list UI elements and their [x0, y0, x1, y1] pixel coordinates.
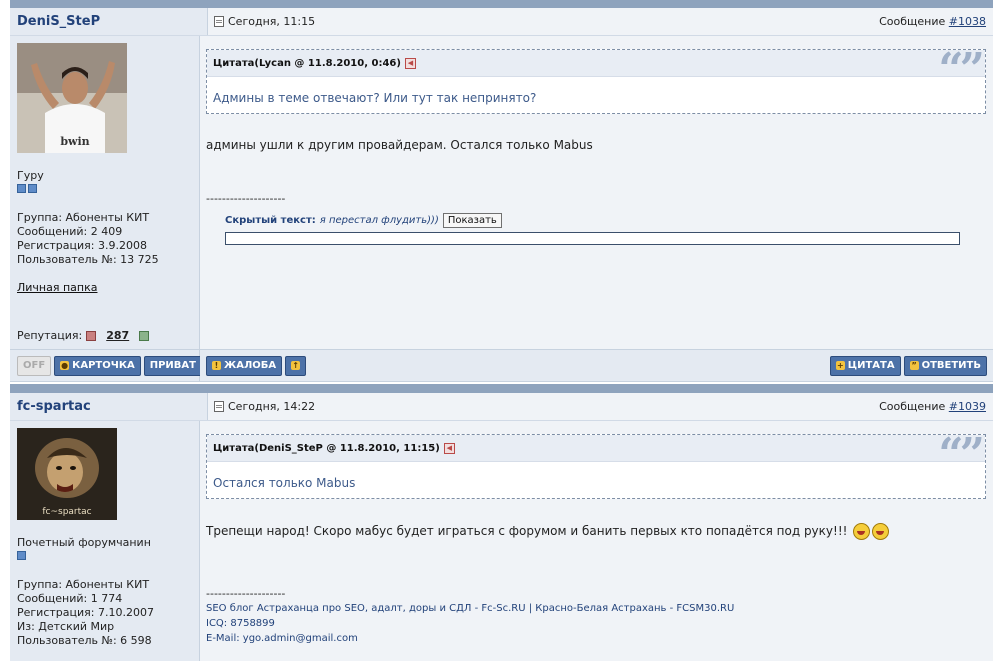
quote-icon: ”	[909, 361, 919, 370]
post-date: Сегодня, 11:15	[228, 15, 316, 28]
signature: -------------------- SEO блог Астраханца…	[206, 586, 986, 646]
post-message: Трепещи народ! Скоро мабус будет игратьс…	[206, 524, 848, 538]
reputation-plus-icon[interactable]	[139, 330, 150, 341]
scroll-top-button[interactable]: ↑	[285, 355, 307, 376]
hidden-text-row: Скрытый текст: я перестал флудить))) Пок…	[225, 213, 986, 228]
signature-links[interactable]: SEO блог Астраханца про SEO, адалт, доры…	[206, 601, 986, 616]
svg-text:bwin: bwin	[60, 135, 89, 148]
post-date: Сегодня, 14:22	[228, 400, 316, 413]
user-group: Группа: Абоненты КИТ	[17, 211, 150, 224]
post-date-icon	[214, 401, 224, 412]
post-message: админы ушли к другим провайдерам. Осталс…	[206, 138, 593, 152]
post-date-icon	[214, 16, 224, 27]
post-actions-bar: OFF ● КАРТОЧКА ПРИВАТ ! ЖАЛОБА ↑ + ЦИТАТА ”…	[10, 349, 993, 382]
card-button[interactable]: ● КАРТОЧКА	[54, 355, 141, 376]
quote-back-icon[interactable]: ◀	[404, 57, 416, 69]
user-number: Пользователь №: 6 598	[17, 634, 152, 647]
complaint-button[interactable]: ! ЖАЛОБА	[206, 355, 283, 376]
arrow-up-icon: ↑	[291, 361, 301, 370]
signature-icq: ICQ: 8758899	[206, 618, 275, 629]
smiley-icon	[872, 523, 890, 540]
quote-header: Цитата(Lycan @ 11.8.2010, 0:46)	[213, 57, 401, 69]
quote-header: Цитата(DeniS_SteP @ 11.8.2010, 11:15)	[213, 442, 440, 454]
user-registration: Регистрация: 7.10.2007	[17, 606, 154, 619]
hidden-text-box	[225, 232, 960, 245]
forum-thread: DeniS_SteP Сегодня, 11:15 Сообщение #103…	[10, 0, 993, 661]
signature-divider: --------------------	[206, 192, 286, 205]
quote-button-label: ЦИТАТА	[847, 360, 895, 371]
reply-button[interactable]: ” ОТВЕТИТЬ	[903, 355, 987, 376]
post-content: Цитата(DeniS_SteP @ 11.8.2010, 11:15) ◀ …	[200, 421, 993, 661]
reply-button-label: ОТВЕТИТЬ	[921, 360, 981, 371]
post-separator	[10, 384, 993, 393]
user-info: Группа: Абоненты КИТ Сообщений: 1 774 Ре…	[17, 578, 199, 648]
plus-icon: +	[835, 361, 845, 370]
post-header: DeniS_SteP Сегодня, 11:15 Сообщение #103…	[10, 8, 993, 36]
signature-divider: --------------------	[206, 587, 286, 600]
post: fc-spartac Сегодня, 14:22 Сообщение #103…	[10, 393, 993, 661]
avatar: bwin	[17, 43, 127, 153]
author-name-link[interactable]: DeniS_SteP	[17, 14, 100, 29]
rank-pips	[17, 551, 199, 560]
complaint-button-label: ЖАЛОБА	[224, 360, 277, 371]
author-name-link[interactable]: fc-spartac	[17, 399, 91, 414]
user-group: Группа: Абоненты КИТ	[17, 578, 150, 591]
user-info: Группа: Абоненты КИТ Сообщений: 2 409 Ре…	[17, 211, 199, 267]
post-header: fc-spartac Сегодня, 14:22 Сообщение #103…	[10, 393, 993, 421]
avatar-caption: fc~spartac	[42, 507, 91, 517]
reputation-minus-icon[interactable]	[86, 330, 97, 341]
quote-block: Цитата(DeniS_SteP @ 11.8.2010, 11:15) ◀ …	[206, 429, 986, 499]
rank-pip	[17, 551, 26, 560]
rank-pip	[17, 184, 26, 193]
quote-text: Остался только Mabus	[213, 476, 356, 490]
hidden-text-label: Скрытый текст:	[225, 215, 316, 226]
user-post-count: Сообщений: 1 774	[17, 592, 123, 605]
post: DeniS_SteP Сегодня, 11:15 Сообщение #103…	[10, 8, 993, 382]
message-number-link[interactable]: #1039	[949, 400, 986, 413]
private-message-button[interactable]: ПРИВАТ	[143, 355, 202, 376]
quote-block: Цитата(Lycan @ 11.8.2010, 0:46) ◀ “” Адм…	[206, 44, 986, 114]
rank-pip	[28, 184, 37, 193]
user-location: Из: Детский Мир	[17, 620, 115, 633]
reputation-label: Репутация:	[17, 329, 83, 342]
quote-marks-icon: “”	[938, 44, 985, 95]
post-content: Цитата(Lycan @ 11.8.2010, 0:46) ◀ “” Адм…	[200, 36, 993, 349]
warning-icon: !	[212, 361, 221, 370]
hidden-text-title: я перестал флудить)))	[319, 215, 439, 226]
show-hidden-button[interactable]: Показать	[442, 213, 502, 228]
avatar: fc~spartac	[17, 428, 117, 520]
user-post-count: Сообщений: 2 409	[17, 225, 123, 238]
thread-top-bar	[10, 0, 993, 8]
user-rank: Гуру	[17, 169, 44, 182]
user-rank: Почетный форумчанин	[17, 536, 151, 549]
quote-marks-icon: “”	[938, 429, 985, 480]
message-label: Сообщение	[879, 15, 946, 28]
user-number: Пользователь №: 13 725	[17, 253, 159, 266]
card-button-label: КАРТОЧКА	[72, 360, 135, 371]
quote-button[interactable]: + ЦИТАТА	[829, 355, 901, 376]
message-label: Сообщение	[879, 400, 946, 413]
reputation: Репутация: 287	[17, 329, 150, 342]
user-icon: ●	[60, 361, 70, 370]
personal-folder-link[interactable]: Личная папка	[17, 281, 199, 294]
quote-text: Админы в теме отвечают? Или тут так непр…	[213, 91, 537, 105]
signature-email[interactable]: E-Mail: ygo.admin@gmail.com	[206, 631, 986, 646]
user-registration: Регистрация: 3.9.2008	[17, 239, 147, 252]
author-panel: fc~spartac Почетный форумчанин Группа: А…	[10, 421, 200, 661]
reputation-value[interactable]: 287	[106, 329, 129, 342]
smiley-icon	[853, 523, 871, 540]
author-panel: bwin Гуру Группа: Абоненты КИТ Сообщений…	[10, 36, 200, 349]
rank-pips	[17, 184, 199, 193]
quote-back-icon[interactable]: ◀	[443, 442, 455, 454]
message-number-link[interactable]: #1038	[949, 15, 986, 28]
status-off-button[interactable]: OFF	[17, 355, 52, 376]
